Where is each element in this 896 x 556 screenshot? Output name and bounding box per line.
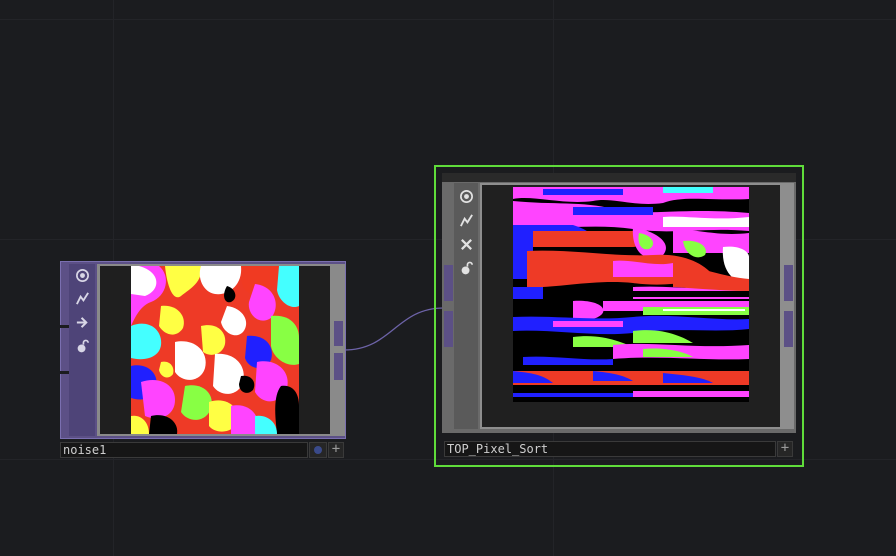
pixel-sort-preview-image xyxy=(513,187,749,402)
input-connector[interactable] xyxy=(444,311,453,347)
output-connector[interactable] xyxy=(784,311,793,347)
noise-preview-image xyxy=(131,266,299,434)
lock-icon[interactable] xyxy=(455,257,477,279)
display-flag-button[interactable] xyxy=(309,442,327,458)
input-connector[interactable] xyxy=(444,265,453,301)
output-connector[interactable] xyxy=(334,321,343,346)
viewer-toggle-icon[interactable] xyxy=(455,185,477,207)
output-connector[interactable] xyxy=(784,265,793,301)
input-connector[interactable] xyxy=(60,371,69,374)
node-name-field[interactable]: noise1 xyxy=(60,442,308,458)
output-connector[interactable] xyxy=(334,353,343,380)
display-flag-dot xyxy=(314,446,322,454)
output-bar xyxy=(782,183,794,429)
add-operator-button[interactable]: + xyxy=(328,442,344,458)
input-connector[interactable] xyxy=(60,325,69,328)
output-bar xyxy=(333,264,345,436)
noise1-node[interactable]: noise1 + xyxy=(60,261,346,461)
lock-icon[interactable] xyxy=(71,335,93,357)
add-operator-button[interactable]: + xyxy=(777,441,793,457)
bypass-arrow-icon[interactable] xyxy=(71,311,93,333)
cook-toggle-icon[interactable] xyxy=(71,287,93,309)
close-x-icon[interactable] xyxy=(455,233,477,255)
viewer-toggle-icon[interactable] xyxy=(71,264,93,286)
node-name-field[interactable]: TOP_Pixel_Sort xyxy=(444,441,776,457)
node-header xyxy=(442,173,796,182)
pixel-sort-node[interactable]: TOP_Pixel_Sort + xyxy=(434,165,804,467)
cook-toggle-icon[interactable] xyxy=(455,209,477,231)
